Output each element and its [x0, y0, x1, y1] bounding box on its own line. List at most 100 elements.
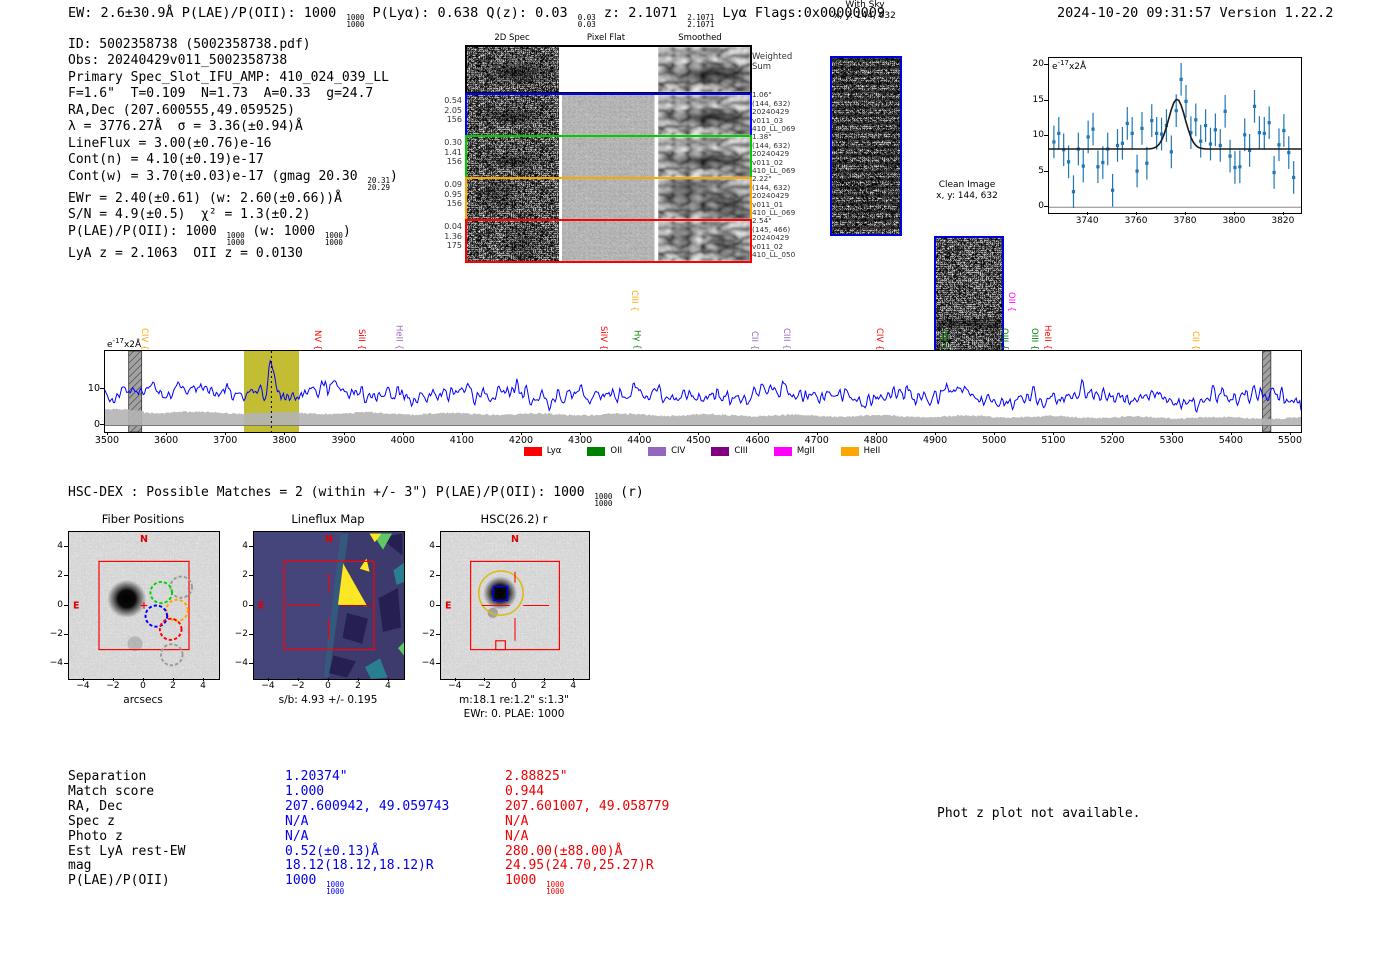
- spectrum-x-tickmark: [816, 432, 818, 435]
- cutout-x-tickmark: [203, 678, 204, 681]
- weighted-pixel-flat-image: [562, 47, 655, 92]
- cutout-x-tick: −4: [261, 681, 275, 691]
- cutout-x-tickmark: [358, 678, 359, 681]
- match-field-label: RA, Dec: [68, 798, 123, 814]
- spectrum-x-tick: 4300: [568, 435, 593, 446]
- spectrum-x-tick: 5500: [1277, 435, 1303, 446]
- legend-item: Lyα: [523, 446, 561, 456]
- fiber-weight-value: 156: [446, 199, 462, 208]
- spectrum-legend: Lyα OII CIV CIII MgII HeII: [104, 446, 1300, 456]
- spectrum-x-tick: 3800: [272, 435, 297, 446]
- cutout-y-tick: 0: [429, 599, 435, 610]
- cutout-y-tick: 0: [57, 599, 63, 610]
- cutout-x-tickmark: [113, 678, 114, 681]
- fiber-xlabel: arcsecs: [123, 694, 163, 706]
- fiber-smoothed-image: [657, 221, 750, 261]
- cutout-y-tick: 4: [242, 540, 248, 551]
- spectrum-y-tickmark: [100, 424, 104, 426]
- spectrum-x-tick: 5300: [1159, 435, 1184, 446]
- legend-swatch: [587, 446, 606, 456]
- cutout-y-tick: 4: [57, 540, 63, 551]
- cutout-x-tick: 0: [140, 681, 146, 691]
- spectrum-x-tick: 5400: [1218, 435, 1243, 446]
- cutout-x-tick: 2: [170, 681, 176, 691]
- match-table-row: P(LAE)/P(OII) 1000 1000 1000 1000 1000 1000: [68, 873, 725, 897]
- compass-north: N: [325, 534, 333, 545]
- match-table-row: Est LyA rest-EW 0.52(±0.13)Å 280.00(±88.00…: [68, 843, 725, 860]
- match-value-red: 207.601007, 49.058779: [505, 798, 670, 814]
- cutout-y-tick: −4: [49, 658, 63, 669]
- spectrum-x-tickmark: [106, 432, 108, 435]
- fiber-pixel-flat-image: [562, 221, 655, 261]
- cutout-x-tick: −4: [448, 681, 462, 691]
- cutout-x-tick: 2: [540, 681, 547, 691]
- match-field-label: Spec z: [68, 813, 115, 829]
- cutout-x-tickmark: [83, 678, 84, 681]
- match-field-label: Separation: [68, 769, 147, 784]
- fiber-pixel-flat-image: [562, 179, 655, 219]
- cutout-x-tickmark: [543, 678, 545, 681]
- cutout-y-tick: −2: [234, 628, 248, 639]
- match-value-red: 2.88825": [505, 769, 568, 784]
- spectrum-x-tickmark: [698, 432, 700, 435]
- fiber-smoothed-image: [657, 95, 750, 135]
- compass-east: E: [73, 600, 80, 611]
- legend-swatch: [711, 446, 730, 456]
- header-summary: EW: 2.6±30.9Å P(LAE)/P(OII): 1000 1000 10…: [68, 5, 885, 28]
- full-spectrum-plot: [104, 350, 1302, 433]
- cutout-y-tickmark: [436, 633, 440, 635]
- info-line: Cont(n) = 4.10(±0.19)e-17: [68, 152, 264, 168]
- lineflux-map-title: Lineflux Map: [291, 512, 365, 526]
- spectrum-x-tickmark: [461, 432, 463, 435]
- spectrum-x-tickmark: [994, 432, 996, 435]
- match-value-blue: N/A: [285, 813, 309, 829]
- smoothed-band-overlay: [467, 137, 560, 177]
- emission-line-marker: OII {: [1005, 292, 1016, 312]
- detection-info-block: ID: 5002358738 (5002358738.pdf) Obs: 2024…: [68, 37, 398, 262]
- info-line: Obs: 20240429v011_5002358738: [68, 53, 288, 69]
- catalog-match-table: Separation 1.20374" 2.88825" Match score 1.0…: [68, 769, 725, 897]
- fiber-2d-row: [465, 135, 752, 179]
- spectrum-x-tick: 4500: [686, 435, 711, 446]
- inset-x-tick: 3760: [1124, 216, 1148, 226]
- col-header-2d-spec: 2D Spec: [494, 33, 530, 43]
- fiber-2d-spec-image: [467, 137, 560, 177]
- col-header-smoothed: Smoothed: [678, 33, 722, 43]
- fiber-2d-spec-image: [467, 179, 560, 219]
- smoothed-band-overlay: [467, 221, 560, 261]
- cutout-x-tick: 4: [570, 681, 577, 691]
- fiber-weight-value: 1.36: [444, 231, 462, 241]
- cutout-y-tickmark: [436, 545, 440, 547]
- fiber-row-annotation: 2.22" (144, 632) 20240429 v011_01 410_LL_069: [752, 174, 822, 218]
- match-value-blue: 18.12(18.12,18.12)R: [285, 858, 434, 874]
- cutout-x-tick: 2: [355, 681, 361, 691]
- spectrum-x-tick: 4200: [508, 435, 534, 446]
- match-table-row: Match score 1.000 0.944: [68, 784, 725, 800]
- fiber-row-annotation: 2.54" (145, 466) 20240429 v011_02 410_LL_050: [752, 216, 822, 260]
- compass-east: E: [258, 600, 265, 611]
- header-summary-text: EW: 2.6±30.9Å P(LAE)/P(OII): 1000 1000 10…: [68, 5, 885, 29]
- fiber-row-weights: 0.09 0.95 156: [421, 180, 462, 209]
- fiber-2d-row: [465, 93, 752, 137]
- emission-line-markers: CIV {NV {SiII {HeII {SiIV {CIII {Hγ {CII…: [104, 258, 1300, 350]
- emission-line-marker: Hγ {: [631, 330, 642, 350]
- cutout-y-tickmark: [64, 663, 68, 665]
- match-value-red: 280.00(±88.00)Å: [505, 843, 623, 859]
- fiber-weight-value: 0.04: [444, 222, 462, 231]
- inset-y-tick: 10: [1032, 130, 1044, 141]
- legend-item: HeII: [840, 446, 880, 456]
- emission-line-marker: CIII {: [629, 290, 640, 312]
- spectrum-x-tick: 4900: [922, 435, 948, 446]
- match-value-blue: 1000 1000 1000: [285, 873, 345, 897]
- legend-swatch: [523, 446, 542, 456]
- inset-y-tick: 0: [1038, 201, 1044, 212]
- inset-x-tick: 3820: [1271, 216, 1295, 226]
- spectrum-x-tickmark: [639, 432, 641, 435]
- legend-swatch: [648, 446, 667, 456]
- weighted-sum-label: Weighted Sum: [752, 52, 792, 72]
- legend-item: CIII: [711, 446, 748, 456]
- with-sky-title: With Sky x, y: 144, 632: [834, 0, 896, 21]
- cutout-x-tick: −4: [76, 681, 90, 691]
- fiber-row-weights: 0.04 1.36 175: [421, 222, 462, 251]
- cutout-y-tickmark: [249, 663, 253, 665]
